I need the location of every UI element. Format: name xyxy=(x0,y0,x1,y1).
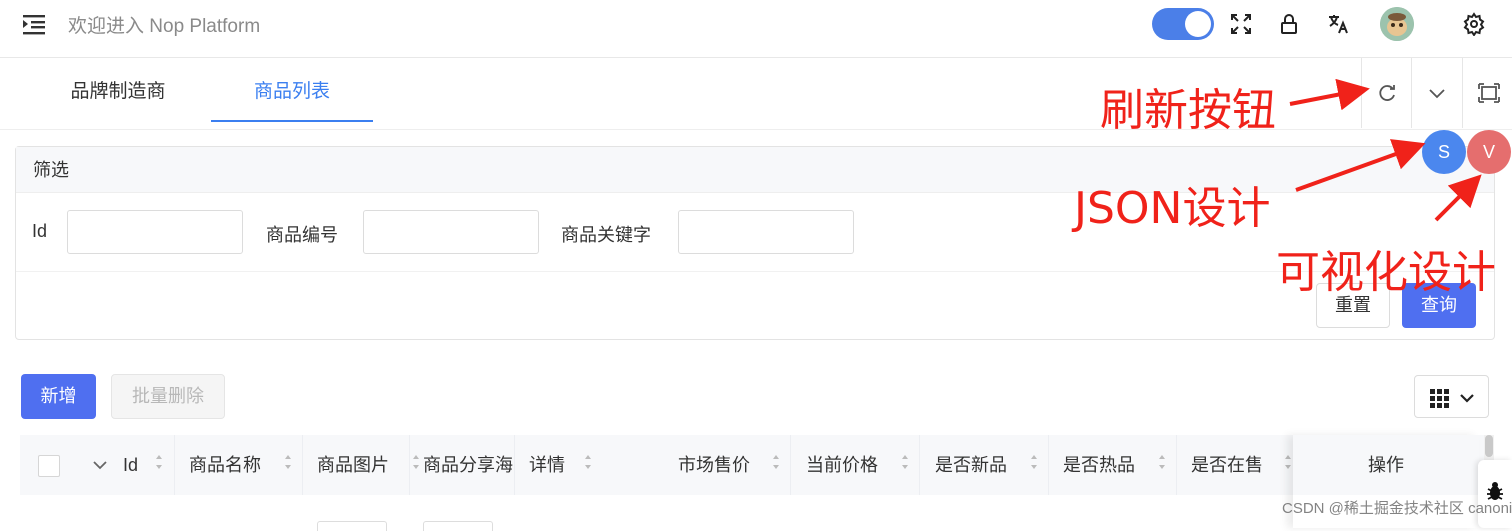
filter-divider xyxy=(16,271,1494,272)
column-divider xyxy=(302,435,303,495)
theme-toggle[interactable] xyxy=(1152,8,1214,40)
tab-bar: 品牌制造商 商品列表 xyxy=(0,58,1512,130)
id-input[interactable] xyxy=(67,210,243,254)
annotation-json-design: JSON设计 xyxy=(1074,183,1271,234)
json-design-button[interactable]: S xyxy=(1422,130,1466,174)
filter-label-product-code: 商品编号 xyxy=(266,225,338,245)
column-header-name[interactable]: 商品名称 xyxy=(189,435,273,495)
filter-label-keyword: 商品关键字 xyxy=(561,225,651,245)
column-header-detail[interactable]: 详情 xyxy=(529,435,579,495)
sort-icon[interactable] xyxy=(582,453,594,471)
refresh-button[interactable] xyxy=(1361,58,1411,128)
sort-icon[interactable] xyxy=(770,453,782,471)
tab-brand-manufacturer[interactable]: 品牌制造商 xyxy=(40,58,196,122)
lock-icon[interactable] xyxy=(1277,12,1301,36)
sort-icon[interactable] xyxy=(1156,453,1168,471)
toggle-knob xyxy=(1185,11,1211,37)
bulk-delete-button[interactable]: 批量删除 xyxy=(111,374,225,419)
settings-icon[interactable] xyxy=(1462,12,1486,37)
filter-panel: 筛选 Id 商品编号 商品关键字 重置 查询 xyxy=(15,146,1495,340)
column-divider xyxy=(514,435,515,495)
column-header-is-new[interactable]: 是否新品 xyxy=(935,435,1019,495)
keyword-input[interactable] xyxy=(678,210,854,254)
column-header-market-price[interactable]: 市场售价 xyxy=(678,435,762,495)
image-cell xyxy=(317,521,387,531)
column-header-share-poster[interactable]: 商品分享海 xyxy=(423,435,515,495)
expand-icon[interactable] xyxy=(92,459,108,471)
column-header-current-price[interactable]: 当前价格 xyxy=(806,435,890,495)
annotation-visual-design: 可视化设计 xyxy=(1276,247,1496,298)
column-divider xyxy=(1048,435,1049,495)
grid-icon xyxy=(1430,389,1449,408)
refresh-icon xyxy=(1379,85,1395,101)
image-cell xyxy=(423,521,493,531)
sort-icon[interactable] xyxy=(410,453,422,471)
annotation-refresh: 刷新按钮 xyxy=(1100,85,1276,136)
column-divider xyxy=(1176,435,1177,495)
column-header-image[interactable]: 商品图片 xyxy=(317,435,401,495)
product-code-input[interactable] xyxy=(363,210,539,254)
column-divider xyxy=(919,435,920,495)
table-header: Id 商品名称 商品图片 商品分享海 详情 市场售价 当前价格 是否新品 是否热… xyxy=(20,435,1486,495)
column-header-on-sale[interactable]: 是否在售 xyxy=(1191,435,1275,495)
maximize-icon xyxy=(1478,83,1500,103)
visual-design-button[interactable]: V xyxy=(1467,130,1511,174)
sort-icon[interactable] xyxy=(282,453,294,471)
column-header-is-hot[interactable]: 是否热品 xyxy=(1063,435,1147,495)
tabs-dropdown-button[interactable] xyxy=(1411,58,1461,128)
sort-icon[interactable] xyxy=(1028,453,1040,471)
column-header-operations: 操作 xyxy=(1293,435,1479,495)
sort-icon[interactable] xyxy=(153,453,165,471)
column-divider xyxy=(174,435,175,495)
translate-icon[interactable] xyxy=(1326,12,1350,36)
fullscreen-icon[interactable] xyxy=(1229,12,1253,36)
app-title: 欢迎进入 Nop Platform xyxy=(68,16,261,37)
select-all-checkbox[interactable] xyxy=(38,455,60,477)
chevron-down-icon xyxy=(1429,89,1445,99)
column-settings-button[interactable] xyxy=(1414,375,1489,418)
top-header: 欢迎进入 Nop Platform xyxy=(0,0,1512,58)
sort-icon[interactable] xyxy=(899,453,911,471)
column-divider xyxy=(790,435,791,495)
avatar[interactable] xyxy=(1380,7,1414,41)
tab-product-list[interactable]: 商品列表 xyxy=(211,58,373,122)
chevron-down-icon xyxy=(1460,394,1474,403)
filter-label-id: Id xyxy=(32,221,48,241)
filter-title: 筛选 xyxy=(16,147,1494,193)
add-button[interactable]: 新增 xyxy=(21,374,96,419)
menu-fold-icon[interactable] xyxy=(20,12,48,36)
watermark: CSDN @稀土掘金技术社区 canonical-entropy xyxy=(1282,500,1512,517)
scrollbar-thumb[interactable] xyxy=(1485,435,1493,457)
maximize-button[interactable] xyxy=(1462,58,1512,128)
